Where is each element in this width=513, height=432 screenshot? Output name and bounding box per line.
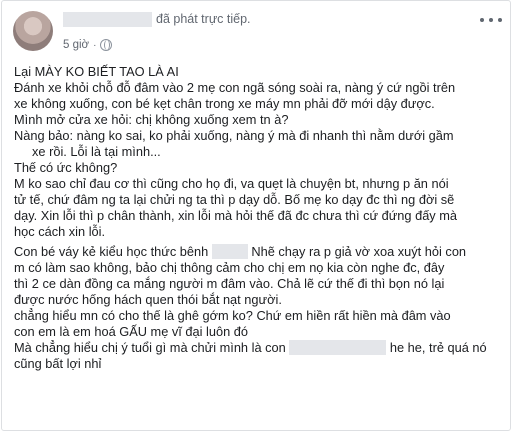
post-line: Con bé váy kẻ kiểu học thức bênh Nhẽ chạ… bbox=[14, 244, 502, 260]
redacted-text bbox=[289, 340, 387, 355]
post-line: m có làm sao không, bảo chị thông cảm ch… bbox=[14, 260, 445, 275]
post-line: Thế có ức không? bbox=[14, 160, 118, 175]
post-line: được nước hống hách quen thói bắt nạt ng… bbox=[14, 292, 282, 307]
post-line: học cách xin lỗi. bbox=[14, 224, 106, 239]
post-line: dạy. Xin lỗi thì p chân thành, xin lỗi m… bbox=[14, 208, 458, 223]
post-time[interactable]: 5 giờ bbox=[63, 39, 89, 51]
post-line: cũng bất lợi nhỉ bbox=[14, 356, 102, 371]
redacted-text bbox=[211, 244, 248, 259]
post-line: con em là em hoá GẤU mẹ vĩ đại luôn đó bbox=[14, 324, 249, 339]
post-action-text: đã phát trực tiếp. bbox=[156, 12, 251, 26]
post-line-part: Con bé váy kẻ kiểu học thức bênh bbox=[14, 244, 209, 259]
post-line: xe không xuống, con bé kẹt chân trong xe… bbox=[14, 96, 435, 111]
meta-separator: · bbox=[93, 39, 97, 51]
globe-icon[interactable] bbox=[100, 39, 113, 51]
post-title-line: Lại MÀY KO BIẾT TAO LÀ AI bbox=[14, 64, 179, 79]
more-options-icon[interactable] bbox=[480, 13, 502, 27]
post-line-part: Nhẽ chạy ra p giả vờ xoa xuýt hỏi con bbox=[251, 244, 467, 259]
post-body: Lại MÀY KO BIẾT TAO LÀ AI Đánh xe khỏi c… bbox=[14, 64, 502, 376]
post-line: tử tế, chứ đâm ng ta lại chửi ng ta thì … bbox=[14, 192, 455, 207]
redacted-author-name[interactable] bbox=[63, 12, 152, 27]
post-line-part: he he, trẻ quá nó bbox=[389, 340, 487, 355]
post-line: Đánh xe khỏi chỗ đỗ đâm vào 2 mẹ con ngã… bbox=[14, 80, 456, 95]
post-line: chẳng hiểu mn có cho thế là ghê gớm ko? … bbox=[14, 308, 451, 323]
post-line-part: Mà chẳng hiểu chị ý tuổi gì mà chửi mình… bbox=[14, 340, 286, 355]
post-line: M ko sao chỉ đau cơ thì cũng cho họ đi, … bbox=[14, 176, 449, 191]
avatar[interactable] bbox=[13, 11, 53, 51]
post-line: thì 2 ce dàn đồng ca mắng người m đâm và… bbox=[14, 276, 445, 291]
post-line: Mà chẳng hiểu chị ý tuổi gì mà chửi mình… bbox=[14, 340, 502, 356]
post-line: Mình mở cửa xe hỏi: chị không xuống xem … bbox=[14, 112, 289, 127]
post-line: Nàng bảo: nàng ko sai, ko phải xuống, nà… bbox=[14, 128, 454, 143]
post-card: đã phát trực tiếp. 5 giờ · Lại MÀY KO BI… bbox=[1, 0, 511, 431]
post-line: xe rồi. Lỗi là tại mình... bbox=[32, 144, 161, 159]
post-meta: 5 giờ · bbox=[63, 38, 113, 52]
